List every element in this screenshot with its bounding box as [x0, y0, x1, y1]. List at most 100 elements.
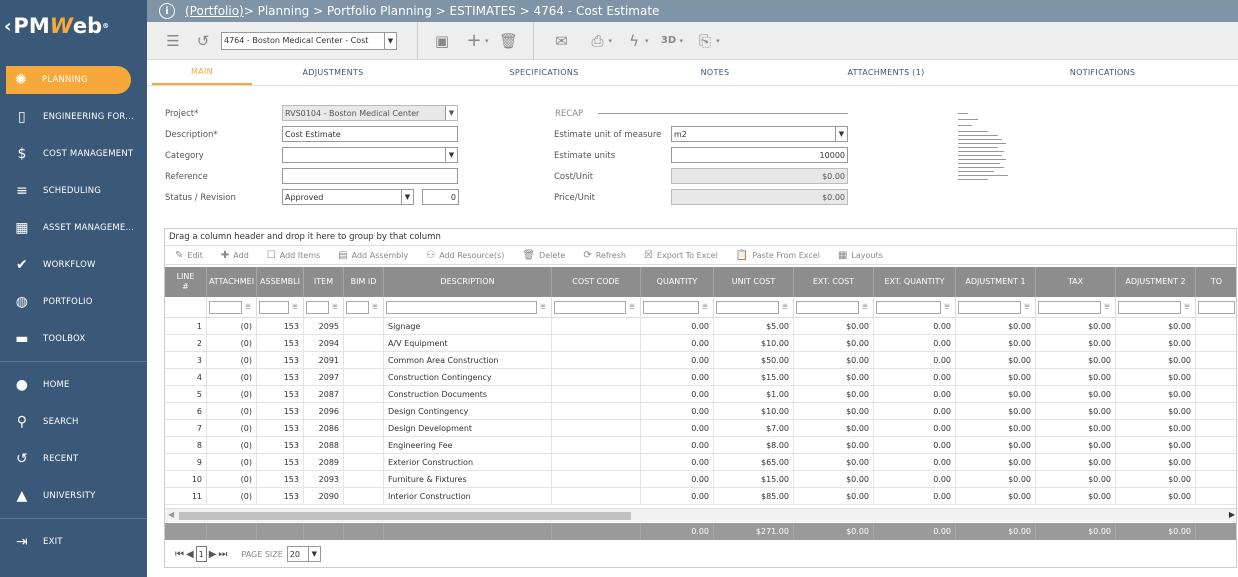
first-page-icon[interactable]: ⏮: [175, 549, 184, 560]
add-assembly-button[interactable]: ▤ Add Assembly: [338, 250, 408, 261]
tab-specifications[interactable]: SPECIFICATIONS: [414, 60, 674, 85]
filter-icon[interactable]: ⩸: [289, 302, 301, 312]
lightning-icon[interactable]: ϟ: [624, 31, 644, 51]
column-header-9[interactable]: EXT. COST: [794, 267, 874, 297]
filter-input[interactable]: [554, 300, 626, 314]
export-icon[interactable]: ⎘: [695, 31, 715, 51]
undo-icon[interactable]: ↺: [193, 31, 213, 51]
last-page-icon[interactable]: ⏭: [218, 549, 227, 560]
edit-button[interactable]: ✎ Edit: [175, 250, 203, 261]
table-row[interactable]: 2 (0) 153 2094 A/V Equipment 0.00 $10.00 $0.00 0…: [165, 335, 1236, 352]
export-excel-button[interactable]: ☒ Export To Excel: [644, 250, 718, 261]
column-header-14[interactable]: TO: [1196, 267, 1236, 297]
table-row[interactable]: 1 (0) 153 2095 Signage 0.00 $5.00 $0.00 0.00 $0.0…: [165, 318, 1236, 335]
table-row[interactable]: 11 (0) 153 2090 Interior Construction 0.00 $85…: [165, 488, 1236, 505]
filter-input[interactable]: [259, 300, 289, 314]
table-cell[interactable]: A/V Equipment: [384, 335, 552, 351]
column-header-13[interactable]: ADJUSTMENT 2: [1116, 267, 1196, 297]
status-select[interactable]: Approved ▼: [282, 189, 414, 205]
table-cell[interactable]: Signage: [384, 318, 552, 334]
print-icon[interactable]: ⎙: [588, 31, 608, 51]
column-header-12[interactable]: TAX: [1036, 267, 1116, 297]
tab-notifications[interactable]: NOTIFICATIONS: [1016, 60, 1189, 85]
table-row[interactable]: 3 (0) 153 2091 Common Area Construction 0.00 $…: [165, 352, 1236, 369]
delete-button[interactable]: 🗑 Delete: [522, 250, 565, 261]
page-size-select[interactable]: 20 ▼: [286, 546, 321, 562]
layouts-button[interactable]: ▦ Layouts: [838, 250, 883, 261]
breadcrumb-portfolio-link[interactable]: (Portfolio): [185, 4, 244, 18]
filter-input[interactable]: [716, 300, 779, 314]
scroll-right-icon[interactable]: ▶: [1229, 510, 1235, 519]
tab-attachments-1[interactable]: ATTACHMENTS (1): [756, 60, 1016, 85]
save-icon[interactable]: ▣: [432, 31, 452, 51]
chevron-down-icon[interactable]: ▾: [609, 37, 613, 45]
sidebar-item-engineering-for[interactable]: ▯ ENGINEERING FOR...: [0, 98, 147, 135]
chevron-down-icon[interactable]: ▾: [680, 37, 684, 45]
column-header-2[interactable]: ASSEMBLI: [257, 267, 304, 297]
chevron-down-icon[interactable]: ▾: [645, 37, 649, 45]
sidebar-item-search[interactable]: ⚲ SEARCH: [0, 403, 147, 440]
category-select[interactable]: ▼: [282, 147, 458, 163]
table-cell[interactable]: Construction Contingency: [384, 369, 552, 385]
scrollbar-thumb[interactable]: [179, 512, 631, 520]
table-row[interactable]: 6 (0) 153 2096 Design Contingency 0.00 $10.00 $…: [165, 403, 1236, 420]
paste-excel-button[interactable]: 📋 Paste From Excel: [736, 250, 820, 261]
filter-icon[interactable]: ⩸: [1181, 302, 1193, 312]
column-header-4[interactable]: BIM ID: [344, 267, 384, 297]
filter-icon[interactable]: ⩸: [329, 302, 341, 312]
column-header-8[interactable]: UNIT COST: [714, 267, 794, 297]
table-row[interactable]: 7 (0) 153 2086 Design Development 0.00 $7.00 $0…: [165, 420, 1236, 437]
column-header-0[interactable]: LINE #: [165, 267, 207, 297]
tab-notes[interactable]: NOTES: [674, 60, 756, 85]
back-chevron-icon[interactable]: ‹: [4, 16, 11, 37]
add-icon[interactable]: +: [464, 30, 484, 51]
filter-input[interactable]: [386, 300, 537, 314]
chevron-down-icon[interactable]: ▾: [716, 37, 720, 45]
column-header-11[interactable]: ADJUSTMENT 1: [956, 267, 1036, 297]
description-field[interactable]: Cost Estimate: [282, 126, 458, 142]
filter-icon[interactable]: ⩸: [1021, 302, 1033, 312]
add-button[interactable]: ✚ Add: [221, 250, 249, 261]
tab-adjustments[interactable]: ADJUSTMENTS: [252, 60, 414, 85]
info-icon[interactable]: i: [159, 3, 175, 19]
filter-icon[interactable]: ⩸: [626, 302, 638, 312]
tab-main[interactable]: MAIN: [152, 60, 252, 85]
add-items-button[interactable]: ☐ Add Items: [267, 250, 320, 261]
table-cell[interactable]: Furniture & Fixtures: [384, 471, 552, 487]
table-cell[interactable]: Design Contingency: [384, 403, 552, 419]
sidebar-item-asset-manageme[interactable]: ▦ ASSET MANAGEME...: [0, 209, 147, 246]
refresh-button[interactable]: ⟳ Refresh: [583, 250, 626, 261]
filter-input[interactable]: [306, 300, 329, 314]
bim-3d-icon[interactable]: 3D: [659, 31, 679, 51]
filter-icon[interactable]: ⩸: [1101, 302, 1113, 312]
horizontal-scrollbar[interactable]: ◀ ▶: [165, 508, 1236, 522]
prev-page-icon[interactable]: ◀: [186, 549, 194, 560]
column-header-1[interactable]: ATTACHMEI: [207, 267, 257, 297]
table-cell[interactable]: Engineering Fee: [384, 437, 552, 453]
table-cell[interactable]: Common Area Construction: [384, 352, 552, 368]
filter-input[interactable]: [643, 300, 699, 314]
sidebar-item-home[interactable]: ● HOME: [0, 366, 147, 403]
table-cell[interactable]: Exterior Construction: [384, 454, 552, 470]
filter-input[interactable]: [209, 300, 242, 314]
table-row[interactable]: 9 (0) 153 2089 Exterior Construction 0.00 $65.…: [165, 454, 1236, 471]
reference-field[interactable]: [282, 168, 458, 184]
filter-input[interactable]: [1118, 300, 1181, 314]
sidebar-item-workflow[interactable]: ✔ WORKFLOW: [0, 246, 147, 283]
group-by-bar[interactable]: Drag a column header and drop it here to…: [165, 229, 1236, 246]
filter-input[interactable]: [1038, 300, 1101, 314]
chevron-down-icon[interactable]: ▾: [485, 37, 489, 45]
email-icon[interactable]: ✉: [552, 31, 572, 51]
sidebar-item-toolbox[interactable]: ▬ TOOLBOX: [0, 320, 147, 357]
column-header-3[interactable]: ITEM: [304, 267, 344, 297]
filter-icon[interactable]: ⩸: [242, 302, 254, 312]
table-row[interactable]: 5 (0) 153 2087 Construction Documents 0.00 $1.…: [165, 386, 1236, 403]
filter-icon[interactable]: ⩸: [779, 302, 791, 312]
filter-input[interactable]: [346, 300, 369, 314]
sidebar-item-cost-management[interactable]: $ COST MANAGEMENT: [0, 135, 147, 172]
column-header-5[interactable]: DESCRIPTION: [384, 267, 552, 297]
filter-icon[interactable]: ⩸: [699, 302, 711, 312]
filter-icon[interactable]: ⩸: [369, 302, 381, 312]
column-header-6[interactable]: COST CODE: [552, 267, 641, 297]
sidebar-item-exit[interactable]: ⇥ EXIT: [0, 523, 147, 560]
